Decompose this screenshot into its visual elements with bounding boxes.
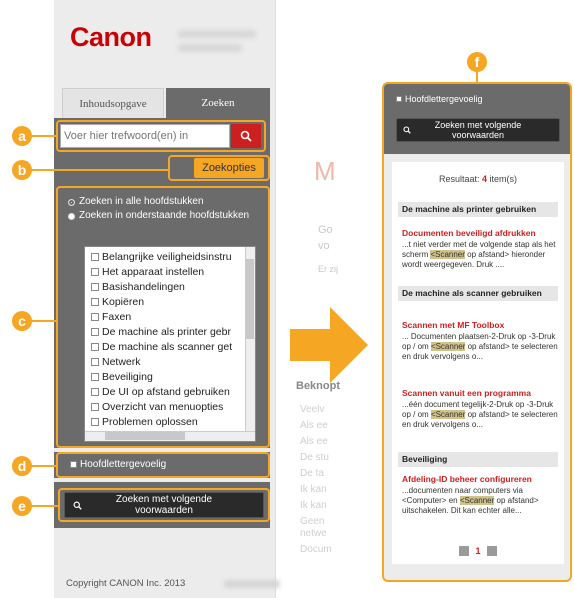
checkbox[interactable] — [91, 328, 99, 336]
result-count: Resultaat: 4 item(s) — [438, 174, 518, 184]
background-bullet: Veelv — [300, 404, 325, 415]
chapter-item[interactable]: Netwerk — [91, 356, 141, 368]
result-category: Beveiliging — [398, 452, 558, 467]
chapter-item[interactable]: De UI op afstand gebruiken — [91, 386, 230, 398]
case-sensitive-option[interactable]: Hoofdlettergevoelig — [70, 459, 166, 470]
chapter-item[interactable]: Faxen — [91, 311, 131, 323]
callout-f-line — [476, 70, 478, 84]
background-bullet: netwe — [300, 528, 327, 539]
background-bullet: De ta — [300, 468, 324, 479]
result-link[interactable]: Documenten beveiligd afdrukken — [402, 228, 558, 238]
checkbox[interactable] — [91, 283, 99, 291]
result-category: De machine als scanner gebruiken — [398, 286, 558, 301]
vertical-scrollbar[interactable] — [245, 247, 255, 441]
chapter-item[interactable]: Beveiliging — [91, 371, 153, 383]
checkbox[interactable] — [70, 461, 77, 468]
checkbox[interactable] — [91, 298, 99, 306]
callout-b-line — [30, 169, 170, 171]
header-blurred-text — [178, 30, 256, 38]
footer-blurred-text — [224, 580, 280, 588]
radio-unselected-icon — [68, 213, 75, 220]
chapter-item[interactable]: Belangrijke veiligheidsinstru — [91, 251, 232, 263]
chapter-item[interactable]: Het apparaat instellen — [91, 266, 204, 278]
next-page-button[interactable] — [486, 546, 497, 556]
tab-search[interactable]: Zoeken — [166, 88, 270, 118]
tab-contents[interactable]: Inhoudsopgave — [62, 88, 164, 118]
copyright-text: Copyright CANON Inc. 2013 — [66, 578, 186, 589]
background-text: Er zij — [318, 264, 338, 274]
background-text: Go — [318, 224, 333, 236]
previous-page-button[interactable] — [459, 546, 470, 556]
background-bullet: De stu — [300, 452, 329, 463]
checkbox[interactable] — [91, 268, 99, 276]
result-link[interactable]: Scannen met MF Toolbox — [402, 320, 558, 330]
callout-c: c — [12, 311, 32, 331]
chapter-item[interactable]: De machine als printer gebr — [91, 326, 231, 338]
checkbox[interactable] — [91, 373, 99, 381]
background-bullet: Ik kan — [300, 500, 327, 511]
arrow-right-icon — [290, 307, 368, 383]
callout-a-highlight — [56, 120, 266, 152]
page-number[interactable]: 1 — [475, 546, 480, 556]
result-snippet: ... Documenten plaatsen-2-Druk op -3-Dru… — [402, 332, 558, 361]
checkbox[interactable] — [91, 343, 99, 351]
callout-c-line — [30, 320, 58, 322]
radio-all-chapters-label: Zoeken in alle hoofdstukken — [79, 196, 204, 207]
background-bullet: Ik kan — [300, 484, 327, 495]
checkbox[interactable] — [91, 388, 99, 396]
search-with-conditions-button[interactable]: Zoeken met volgende voorwaarden — [396, 118, 560, 142]
pagination: 1 — [392, 546, 564, 556]
callout-e: e — [12, 496, 32, 516]
header-blurred-text-2 — [178, 44, 242, 52]
chapter-list[interactable]: Belangrijke veiligheidsinstru Het appara… — [84, 246, 256, 442]
checkbox[interactable] — [91, 403, 99, 411]
search-results-panel: Hoofdlettergevoelig Zoeken met volgende v… — [382, 82, 572, 582]
result-snippet: ...één document tegelijk-2-Druk op -3-Dr… — [402, 400, 558, 429]
checkbox[interactable] — [91, 313, 99, 321]
result-snippet: ...t niet verder met de volgende stap al… — [402, 240, 556, 269]
search-icon — [403, 126, 411, 134]
results-header: Hoofdlettergevoelig Zoeken met volgende v… — [384, 84, 570, 154]
radio-all-chapters[interactable]: Zoeken in alle hoofdstukken — [68, 196, 204, 208]
background-bullet: Als ee — [300, 420, 328, 431]
case-sensitive-option[interactable]: Hoofdlettergevoelig — [396, 94, 483, 104]
radio-below-chapters[interactable]: Zoeken in onderstaande hoofdstukken — [68, 210, 258, 222]
chapter-item[interactable]: Problemen oplossen — [91, 416, 198, 428]
checkbox[interactable] — [396, 96, 402, 102]
callout-d-line — [30, 465, 58, 467]
checkbox[interactable] — [91, 253, 99, 261]
checkbox[interactable] — [91, 418, 99, 426]
background-bullet: Docum — [300, 544, 332, 555]
callout-f: f — [467, 52, 487, 72]
case-sensitive-label: Hoofdlettergevoelig — [80, 459, 167, 470]
callout-a-line — [30, 135, 58, 137]
radio-selected-icon — [68, 199, 75, 206]
chapter-item[interactable]: Kopiëren — [91, 296, 144, 308]
radio-below-chapters-label: Zoeken in onderstaande hoofdstukken — [79, 210, 250, 221]
canon-logo: Canon — [70, 22, 152, 52]
callout-e-line — [30, 505, 60, 507]
callout-a: a — [12, 126, 32, 146]
result-link[interactable]: Afdeling-ID beheer configureren — [402, 474, 558, 484]
background-text: vo — [318, 240, 330, 252]
background-bullet: Als ee — [300, 436, 328, 447]
checkbox[interactable] — [91, 358, 99, 366]
chapter-item[interactable]: De machine als scanner get — [91, 341, 232, 353]
background-title: M — [314, 156, 336, 186]
background-bullet: Geen — [300, 516, 325, 527]
chapter-item[interactable]: Basishandelingen — [91, 281, 185, 293]
search-icon — [73, 501, 82, 510]
callout-b: b — [12, 160, 32, 180]
chapter-item[interactable]: Overzicht van menuopties — [91, 401, 223, 413]
callout-b-highlight — [168, 155, 270, 181]
results-list: Resultaat: 4 item(s) De machine als prin… — [392, 162, 564, 564]
callout-d: d — [12, 456, 32, 476]
result-snippet: ...documenten naar computers via <Comput… — [402, 486, 539, 515]
horizontal-scrollbar[interactable] — [85, 431, 255, 441]
scroll-thumb[interactable] — [105, 432, 185, 440]
result-category: De machine als printer gebruiken — [398, 202, 558, 217]
search-with-conditions-button[interactable]: Zoeken met volgende voorwaarden — [64, 492, 264, 518]
scroll-thumb[interactable] — [246, 259, 254, 339]
result-link[interactable]: Scannen vanuit een programma — [402, 388, 558, 398]
